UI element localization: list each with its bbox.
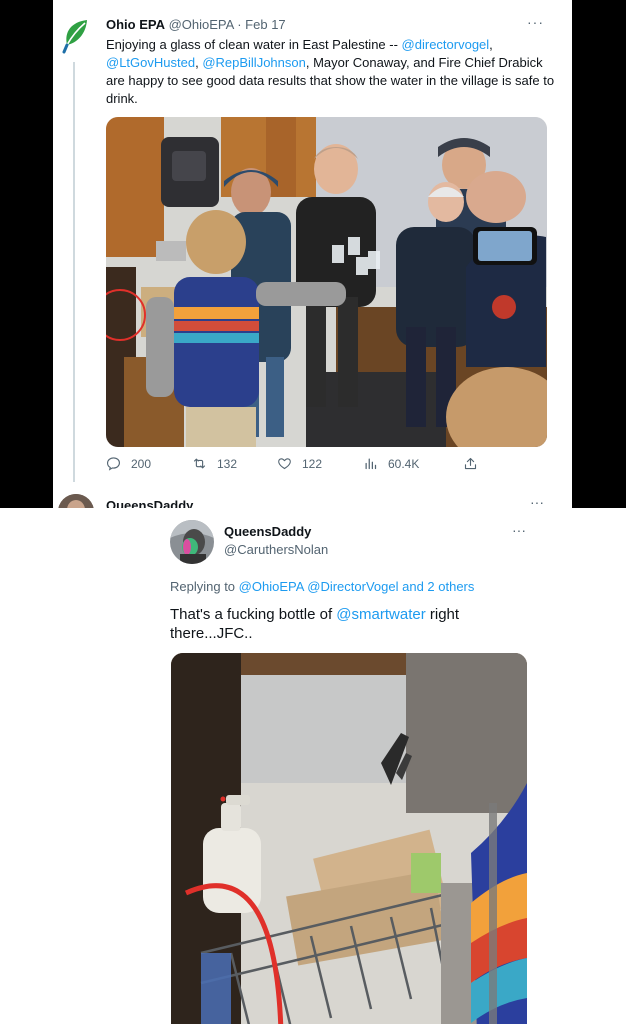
like-count: 122 (302, 456, 323, 471)
views-chart-icon (365, 458, 377, 470)
views-action[interactable]: 60.4K (363, 456, 419, 471)
mention-link[interactable]: @RepBillJohnson (202, 55, 306, 70)
more-options-icon[interactable]: ··· (530, 494, 544, 508)
author-handle[interactable]: @OhioEPA (169, 17, 234, 32)
mention-link[interactable]: @LtGovHusted (106, 55, 195, 70)
zoomed-photo-illustration (171, 653, 527, 1024)
replying-to: Replying to @OhioEPA @DirectorVogel and … (170, 579, 474, 594)
reply-text: That's a fucking bottle of @smartwater r… (170, 605, 500, 643)
retweet-icon (193, 458, 206, 469)
more-options-icon[interactable]: ··· (527, 14, 544, 30)
replying-prefix: Replying to (170, 579, 239, 594)
views-count: 60.4K (388, 456, 420, 471)
reply-tweet: QueensDaddy @CaruthersNolan ··· Replying… (0, 508, 626, 1024)
tweet-date[interactable]: · Feb 17 (237, 17, 285, 32)
tweet-photo-toast[interactable] (106, 117, 547, 447)
reply-photo-zoom[interactable] (171, 653, 527, 1024)
replying-mentions[interactable]: @OhioEPA @DirectorVogel (239, 579, 399, 594)
toast-photo-illustration (106, 117, 547, 447)
author-handle[interactable]: @CaruthersNolan (224, 542, 328, 557)
tweet-text-segment: Enjoying a glass of clean water in East … (106, 37, 402, 52)
tweet-text: Enjoying a glass of clean water in East … (106, 36, 556, 108)
reply-count: 200 (131, 456, 152, 471)
ohio-epa-logo-avatar[interactable] (61, 18, 91, 54)
mention-link[interactable]: @directorvogel (402, 37, 490, 52)
smartwater-mention[interactable]: @smartwater (336, 606, 425, 623)
thread-line (73, 62, 75, 482)
author-name[interactable]: Ohio EPA (106, 17, 165, 32)
retweet-action[interactable]: 132 (192, 456, 237, 471)
author-name[interactable]: QueensDaddy (106, 498, 193, 508)
queensdaddy-avatar[interactable] (170, 520, 214, 564)
like-action[interactable]: 122 (277, 456, 322, 471)
reply-text-start: That's a fucking bottle of (170, 606, 337, 623)
queensdaddy-avatar-small[interactable] (58, 494, 94, 508)
more-options-icon[interactable]: ··· (512, 522, 526, 538)
reply-icon (106, 457, 121, 471)
tweet-text-segment: , (489, 37, 493, 52)
author-name[interactable]: QueensDaddy (224, 524, 311, 539)
next-tweet-peek: QueensDaddy ··· (53, 490, 572, 508)
reply-action[interactable]: 200 (106, 456, 151, 471)
tweet-header: Ohio EPA @OhioEPA · Feb 17 (106, 17, 286, 32)
tweet-actions: 200 132 122 60.4K (106, 456, 506, 476)
heart-icon (278, 458, 291, 470)
replying-others[interactable]: and 2 others (399, 579, 474, 594)
retweet-count: 132 (217, 456, 238, 471)
share-icon (464, 457, 477, 470)
original-tweet: Ohio EPA @OhioEPA · Feb 17 ··· Enjoying … (53, 0, 572, 508)
share-action[interactable] (463, 456, 478, 471)
